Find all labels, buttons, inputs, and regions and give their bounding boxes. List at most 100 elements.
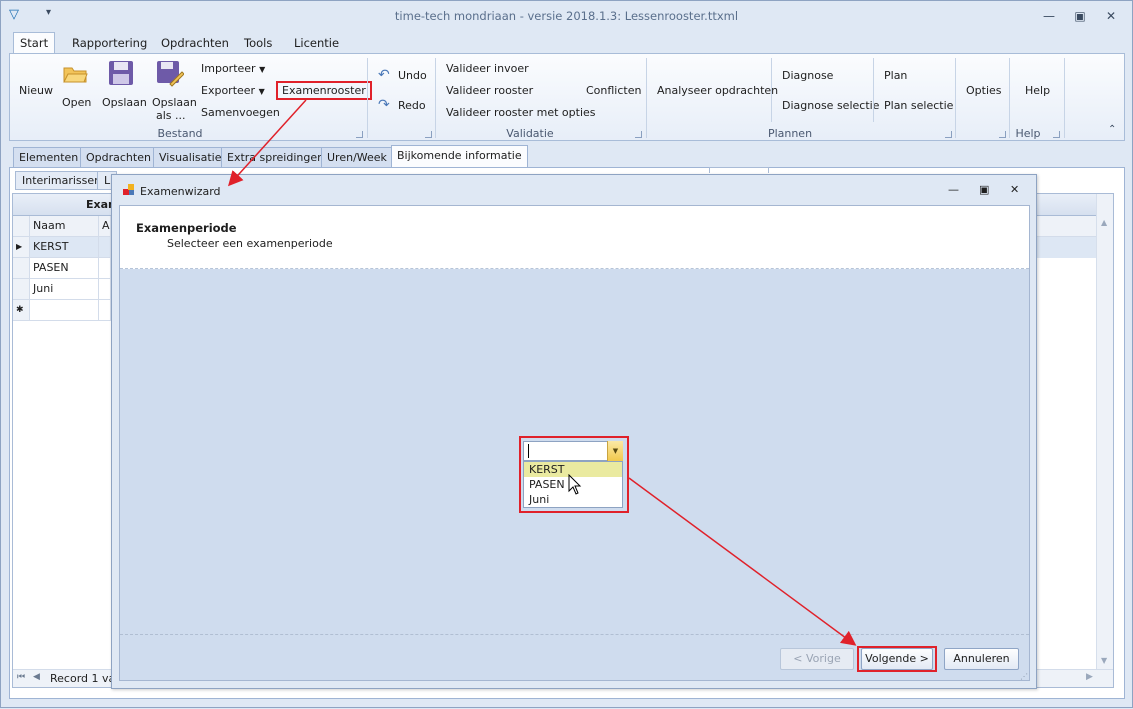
doc-tab-bijkomende-informatie[interactable]: Bijkomende informatie bbox=[391, 145, 528, 168]
close-button[interactable]: ✕ bbox=[1100, 7, 1122, 25]
column-header-naam[interactable]: Naam bbox=[30, 216, 99, 237]
table-cell[interactable] bbox=[99, 279, 111, 300]
doc-tab-opdrachten[interactable]: Opdrachten bbox=[80, 147, 157, 168]
valideer-invoer-button[interactable]: Valideer invoer bbox=[446, 62, 529, 75]
group-label-plannen: Plannen bbox=[767, 127, 813, 140]
doc-tab-visualisatie[interactable]: Visualisatie bbox=[153, 147, 228, 168]
window-title: time-tech mondriaan - versie 2018.1.3: L… bbox=[394, 9, 739, 23]
table-cell[interactable] bbox=[99, 237, 111, 258]
first-record-icon[interactable]: ⏮ bbox=[17, 672, 25, 682]
app-window: ▽ ▾ time-tech mondriaan - versie 2018.1.… bbox=[0, 0, 1133, 708]
examenperiode-combobox[interactable]: ▼ bbox=[523, 441, 623, 461]
ribbon-tab-tools[interactable]: Tools bbox=[238, 33, 278, 53]
redo-button[interactable]: Redo bbox=[398, 99, 426, 112]
nieuw-button[interactable]: Nieuw bbox=[19, 84, 53, 97]
open-button[interactable]: Open bbox=[62, 96, 91, 109]
wizard-app-icon bbox=[123, 184, 135, 196]
group-separator bbox=[955, 58, 956, 138]
dialog-launcher-icon[interactable] bbox=[425, 131, 432, 138]
exporteer-label: Exporteer bbox=[201, 84, 256, 97]
undo-icon[interactable]: ↶ bbox=[378, 67, 390, 83]
resize-grip-icon[interactable]: ⋰ bbox=[1020, 672, 1028, 681]
collapse-ribbon-icon[interactable]: ⌃ bbox=[1108, 124, 1116, 135]
ribbon-tab-opdrachten[interactable]: Opdrachten bbox=[155, 33, 235, 53]
save-disk-icon[interactable] bbox=[108, 60, 134, 86]
column-header-aa[interactable]: Aa bbox=[99, 216, 111, 237]
importeer-label: Importeer bbox=[201, 62, 256, 75]
table-row[interactable]: PASEN bbox=[30, 258, 99, 279]
opslaan-als-button-line1[interactable]: Opslaan bbox=[152, 96, 197, 109]
subtab-interimarissen[interactable]: Interimarissen bbox=[15, 171, 109, 190]
samenvoegen-button[interactable]: Samenvoegen bbox=[201, 106, 280, 119]
save-as-icon[interactable] bbox=[156, 60, 185, 88]
ribbon-tab-rapportering[interactable]: Rapportering bbox=[66, 33, 153, 53]
redo-icon[interactable]: ↷ bbox=[378, 97, 390, 113]
subtab-partial-right[interactable] bbox=[709, 167, 769, 173]
plan-selectie-button[interactable]: Plan selectie bbox=[884, 99, 953, 112]
dialog-launcher-icon[interactable] bbox=[945, 131, 952, 138]
diagnose-button[interactable]: Diagnose bbox=[782, 69, 833, 82]
new-row-cell[interactable] bbox=[30, 300, 99, 321]
minimize-button[interactable]: — bbox=[1038, 7, 1060, 25]
group-separator bbox=[1064, 58, 1065, 138]
wizard-heading: Examenperiode bbox=[136, 221, 237, 235]
dialog-launcher-icon[interactable] bbox=[1053, 131, 1060, 138]
dialog-title: Examenwizard bbox=[140, 185, 221, 198]
table-cell[interactable] bbox=[99, 300, 111, 321]
scroll-down-icon[interactable]: ▼ bbox=[1101, 656, 1107, 665]
title-bar: ▽ ▾ time-tech mondriaan - versie 2018.1.… bbox=[1, 1, 1132, 31]
examenwizard-dialog: Examenwizard — ▣ ✕ Examenperiode Selecte… bbox=[111, 174, 1037, 689]
table-cell[interactable] bbox=[99, 258, 111, 279]
ribbon-tab-licentie[interactable]: Licentie bbox=[288, 33, 345, 53]
analyseer-opdrachten-button[interactable]: Analyseer opdrachten bbox=[657, 84, 778, 97]
table-row[interactable]: Juni bbox=[30, 279, 99, 300]
volgende-button[interactable]: Volgende > bbox=[861, 648, 933, 670]
table-row[interactable]: KERST bbox=[30, 237, 99, 258]
group-separator bbox=[435, 58, 436, 138]
maximize-button[interactable]: ▣ bbox=[1069, 7, 1091, 25]
dialog-launcher-icon[interactable] bbox=[999, 131, 1006, 138]
dialog-launcher-icon[interactable] bbox=[356, 131, 363, 138]
dialog-launcher-icon[interactable] bbox=[635, 131, 642, 138]
group-separator bbox=[873, 58, 874, 122]
group-separator bbox=[771, 58, 772, 122]
new-row-indicator: ✱ bbox=[13, 300, 30, 321]
importeer-button[interactable]: Importeer ▼ bbox=[201, 62, 265, 75]
chevron-down-icon[interactable]: ▼ bbox=[607, 441, 623, 461]
annuleren-button[interactable]: Annuleren bbox=[944, 648, 1019, 670]
dialog-minimize-button[interactable]: — bbox=[948, 183, 959, 196]
previous-record-icon[interactable]: ◀ bbox=[33, 672, 40, 682]
doc-tab-extra-spreidingen[interactable]: Extra spreidingen bbox=[221, 147, 331, 168]
ribbon-panel: Nieuw Open Opslaan Opslaan als ... Impor… bbox=[9, 53, 1125, 141]
undo-button[interactable]: Undo bbox=[398, 69, 427, 82]
ribbon-tab-start[interactable]: Start bbox=[13, 32, 56, 54]
dialog-maximize-button[interactable]: ▣ bbox=[979, 183, 989, 196]
help-button[interactable]: Help bbox=[1025, 84, 1050, 97]
open-folder-icon[interactable] bbox=[62, 62, 88, 84]
group-label-validatie: Validatie bbox=[506, 127, 554, 140]
examenrooster-button[interactable]: Examenrooster bbox=[276, 81, 372, 100]
text-caret bbox=[528, 444, 529, 458]
group-label-bestand: Bestand bbox=[157, 127, 203, 140]
opslaan-button[interactable]: Opslaan bbox=[102, 96, 147, 109]
footer-divider bbox=[120, 634, 1029, 635]
valideer-rooster-button[interactable]: Valideer rooster bbox=[446, 84, 533, 97]
chevron-down-icon: ▼ bbox=[259, 65, 266, 74]
doc-tab-elementen[interactable]: Elementen bbox=[13, 147, 85, 168]
conflicten-button[interactable]: Conflicten bbox=[586, 84, 641, 97]
vorige-button[interactable]: < Vorige bbox=[780, 648, 854, 670]
chevron-down-icon: ▼ bbox=[258, 87, 265, 96]
exporteer-button[interactable]: Exporteer ▼ bbox=[201, 84, 265, 97]
wizard-header: Examenperiode Selecteer een examenperiod… bbox=[120, 206, 1029, 269]
scroll-right-icon[interactable]: ▶ bbox=[1086, 672, 1093, 682]
valideer-rooster-opties-button[interactable]: Valideer rooster met opties bbox=[446, 106, 596, 119]
opties-button[interactable]: Opties bbox=[966, 84, 1002, 97]
scroll-up-icon[interactable]: ▲ bbox=[1101, 218, 1107, 227]
vertical-scrollbar[interactable]: ▲ ▼ bbox=[1096, 194, 1113, 669]
plan-button[interactable]: Plan bbox=[884, 69, 907, 82]
doc-tab-uren-week[interactable]: Uren/Week bbox=[321, 147, 393, 168]
opslaan-als-button-line2[interactable]: als ... bbox=[156, 109, 186, 122]
dialog-close-button[interactable]: ✕ bbox=[1010, 183, 1019, 196]
diagnose-selectie-button[interactable]: Diagnose selectie bbox=[782, 99, 879, 112]
group-label-help: Help bbox=[1015, 127, 1041, 140]
